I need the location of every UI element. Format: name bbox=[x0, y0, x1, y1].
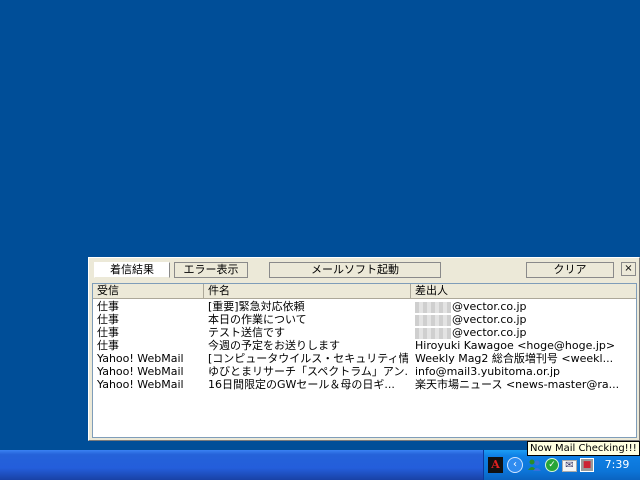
mail-row[interactable]: 仕事 本日の作業について @vector.co.jp bbox=[93, 313, 636, 326]
mail-checking-tooltip: Now Mail Checking!!! bbox=[527, 441, 640, 456]
square-icon[interactable]: ■ bbox=[580, 458, 594, 472]
mail-from-text: Weekly Mag2 総合版増刊号 <weekl... bbox=[415, 352, 614, 365]
mail-from-text: 楽天市場ニュース <news-master@ra... bbox=[415, 378, 620, 391]
tab-errors[interactable]: エラー表示 bbox=[174, 262, 248, 278]
masked-sender-name bbox=[415, 327, 451, 339]
mail-account: 仕事 bbox=[97, 300, 119, 313]
mail-from-text: @vector.co.jp bbox=[452, 326, 527, 339]
mail-icon[interactable]: ✉ bbox=[562, 460, 577, 472]
column-header-account[interactable]: 受信 bbox=[93, 284, 204, 299]
mail-row[interactable]: 仕事 [重要]緊急対応依頼 @vector.co.jp bbox=[93, 300, 636, 313]
mail-rows: 仕事 [重要]緊急対応依頼 @vector.co.jp 仕事 本日の作業について @vec… bbox=[93, 300, 636, 391]
launch-mail-client-button[interactable]: メールソフト起動 bbox=[269, 262, 441, 278]
mail-from: 楽天市場ニュース <news-master@ra... bbox=[415, 378, 636, 391]
masked-sender-name bbox=[415, 301, 451, 313]
mail-from-text: info@mail3.yubitoma.or.jp bbox=[415, 365, 560, 378]
mail-from: info@mail3.yubitoma.or.jp bbox=[415, 365, 636, 378]
mail-row[interactable]: 仕事 今週の予定をお送りします Hiroyuki Kawagoe <hoge@hog… bbox=[93, 339, 636, 352]
list-header: 受信 件名 差出人 bbox=[93, 284, 636, 299]
mail-subject: 本日の作業について bbox=[208, 313, 307, 326]
mail-row[interactable]: Yahoo! WebMail 16日間限定のGWセール＆母の日ギ... 楽天市場ニュ… bbox=[93, 378, 636, 391]
chevron-left-icon[interactable]: ‹ bbox=[507, 457, 523, 473]
mail-from: @vector.co.jp bbox=[415, 313, 636, 326]
clear-button[interactable]: クリア bbox=[526, 262, 614, 278]
mail-from-text: Hiroyuki Kawagoe <hoge@hoge.jp> bbox=[415, 339, 616, 352]
mail-subject: 今週の予定をお送りします bbox=[208, 339, 340, 352]
mail-from: @vector.co.jp bbox=[415, 300, 636, 313]
tab-results[interactable]: 着信結果 bbox=[94, 262, 170, 278]
mail-subject: テスト送信です bbox=[208, 326, 285, 339]
mail-subject: ゆびとまリサーチ「スペクトラム」アン... bbox=[208, 365, 408, 378]
mail-row[interactable]: Yahoo! WebMail [コンピュータウイルス・セキュリティ情... Week… bbox=[93, 352, 636, 365]
mail-from-text: @vector.co.jp bbox=[452, 313, 527, 326]
mail-account: Yahoo! WebMail bbox=[97, 378, 184, 391]
mail-account: 仕事 bbox=[97, 313, 119, 326]
mail-checker-panel: 着信結果 エラー表示 メールソフト起動 クリア × 受信 件名 差出人 仕事 [重… bbox=[88, 257, 640, 441]
mail-row[interactable]: 仕事 テスト送信です @vector.co.jp bbox=[93, 326, 636, 339]
check-icon[interactable]: ✓ bbox=[545, 458, 559, 472]
close-icon[interactable]: × bbox=[621, 262, 636, 276]
mail-from: Weekly Mag2 総合版増刊号 <weekl... bbox=[415, 352, 636, 365]
mail-list[interactable]: 受信 件名 差出人 仕事 [重要]緊急対応依頼 @vector.co.jp 仕事 本日の… bbox=[92, 283, 637, 438]
mail-account: 仕事 bbox=[97, 339, 119, 352]
mail-account: 仕事 bbox=[97, 326, 119, 339]
adobe-icon[interactable]: A bbox=[488, 457, 503, 473]
mail-account: Yahoo! WebMail bbox=[97, 365, 184, 378]
mail-subject: [コンピュータウイルス・セキュリティ情... bbox=[208, 352, 408, 365]
masked-sender-name bbox=[415, 314, 451, 326]
mail-from-text: @vector.co.jp bbox=[452, 300, 527, 313]
mail-from: Hiroyuki Kawagoe <hoge@hoge.jp> bbox=[415, 339, 636, 352]
mail-account: Yahoo! WebMail bbox=[97, 352, 184, 365]
column-header-subject[interactable]: 件名 bbox=[204, 284, 411, 299]
msn-icon[interactable] bbox=[527, 457, 542, 473]
mail-subject: [重要]緊急対応依頼 bbox=[208, 300, 305, 313]
mail-subject: 16日間限定のGWセール＆母の日ギ... bbox=[208, 378, 395, 391]
mail-from: @vector.co.jp bbox=[415, 326, 636, 339]
mail-row[interactable]: Yahoo! WebMail ゆびとまリサーチ「スペクトラム」アン... info@… bbox=[93, 365, 636, 378]
column-header-from[interactable]: 差出人 bbox=[411, 284, 636, 299]
